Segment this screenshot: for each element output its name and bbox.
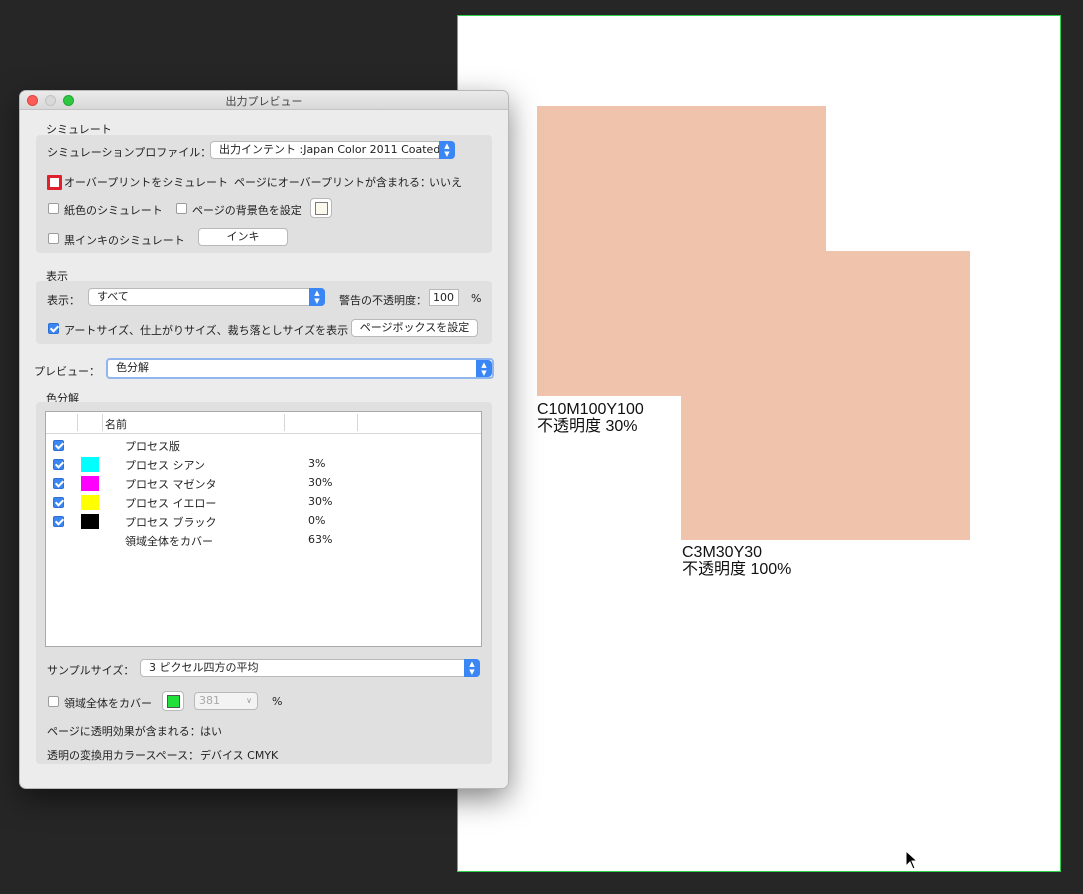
separation-percent: 30% bbox=[308, 495, 333, 508]
title-bar[interactable]: 出力プレビュー bbox=[20, 91, 508, 110]
show-art-size-label: アートサイズ、仕上がりサイズ、裁ち落としサイズを表示 bbox=[64, 324, 349, 337]
separation-row[interactable]: プロセス イエロー 30% bbox=[46, 493, 481, 512]
column-divider bbox=[77, 414, 78, 431]
simulate-black-ink-checkbox[interactable] bbox=[48, 233, 59, 244]
separation-visible-checkbox[interactable] bbox=[53, 497, 64, 508]
yellow-swatch bbox=[81, 495, 99, 510]
coverage-unit: % bbox=[272, 695, 283, 708]
chevron-down-icon: ∨ bbox=[246, 696, 252, 705]
separation-row: 領域全体をカバー 63% bbox=[46, 531, 481, 550]
transparency-value: はい bbox=[200, 725, 222, 738]
separation-visible-checkbox[interactable] bbox=[53, 440, 64, 451]
mouse-cursor-icon bbox=[905, 850, 919, 870]
shape-a-color-text: C10M100Y100 bbox=[537, 401, 644, 418]
warning-opacity-input[interactable]: 100 bbox=[429, 289, 459, 306]
select-arrows-icon: ▲ ▼ bbox=[439, 141, 455, 159]
page-bg-color-swatch-button[interactable] bbox=[310, 198, 332, 218]
bg-color-swatch bbox=[315, 202, 328, 215]
separation-name: プロセス イエロー bbox=[125, 497, 217, 510]
shape-b-label: C3M30Y30 不透明度 100% bbox=[682, 544, 791, 578]
separation-row[interactable]: プロセス ブラック 0% bbox=[46, 512, 481, 531]
coverage-value-combo[interactable]: 381 ∨ bbox=[194, 692, 258, 710]
separation-percent: 3% bbox=[308, 457, 326, 470]
transparency-label: ページに透明効果が含まれる： bbox=[47, 725, 201, 738]
simulate-paper-label: 紙色のシミュレート bbox=[64, 204, 163, 217]
separation-visible-checkbox[interactable] bbox=[53, 516, 64, 527]
select-arrows-icon: ▲ ▼ bbox=[464, 659, 480, 677]
page-bg-color-label: ページの背景色を設定 bbox=[192, 204, 302, 217]
separation-row[interactable]: プロセス シアン 3% bbox=[46, 455, 481, 474]
separation-name: プロセス マゼンタ bbox=[125, 478, 217, 491]
sample-size-select[interactable]: 3 ピクセル四方の平均 ▲ ▼ bbox=[140, 659, 480, 677]
warning-opacity-unit: % bbox=[471, 292, 482, 305]
column-divider bbox=[357, 414, 358, 431]
coverage-checkbox[interactable] bbox=[48, 696, 59, 707]
simulate-overprint-label: オーバープリントをシミュレート bbox=[64, 176, 229, 189]
page-overprint-label: ページにオーバープリントが含まれる： bbox=[234, 176, 432, 189]
display-value: すべて bbox=[97, 290, 129, 303]
column-divider bbox=[102, 414, 103, 431]
separation-row[interactable]: プロセス マゼンタ 30% bbox=[46, 474, 481, 493]
colorspace-value: デバイス CMYK bbox=[200, 749, 279, 762]
colorspace-label: 透明の変換用カラースペース： bbox=[47, 749, 200, 762]
shape-a-opacity-text: 不透明度 30% bbox=[537, 418, 638, 435]
window-title: 出力プレビュー bbox=[225, 95, 303, 108]
coverage-color-swatch bbox=[167, 695, 180, 708]
separation-name: プロセス版 bbox=[125, 440, 180, 453]
shape-b-opacity-text: 不透明度 100% bbox=[682, 561, 792, 578]
separation-name: プロセス ブラック bbox=[125, 516, 217, 529]
preview-label: プレビュー： bbox=[34, 365, 100, 378]
warning-opacity-label: 警告の不透明度： bbox=[339, 294, 427, 307]
list-header: 名前 bbox=[46, 412, 481, 434]
column-header-name[interactable]: 名前 bbox=[105, 416, 127, 432]
separation-visible-checkbox[interactable] bbox=[53, 478, 64, 489]
separation-name: プロセス シアン bbox=[125, 459, 206, 472]
magenta-swatch bbox=[81, 476, 99, 491]
shape-b-color-text: C3M30Y30 bbox=[682, 544, 763, 561]
coverage-label: 領域全体をカバー bbox=[64, 697, 152, 710]
shape-a-label: C10M100Y100 不透明度 30% bbox=[537, 401, 644, 435]
page-overprint-value: いいえ bbox=[429, 176, 462, 189]
separation-visible-checkbox[interactable] bbox=[53, 459, 64, 470]
simulation-profile-label: シミュレーションプロファイル： bbox=[47, 146, 212, 159]
column-divider bbox=[284, 414, 285, 431]
separation-percent: 0% bbox=[308, 514, 326, 527]
coverage-value: 381 bbox=[199, 694, 220, 707]
select-arrows-icon: ▲ ▼ bbox=[476, 360, 492, 377]
simulate-black-ink-label: 黒インキのシミュレート bbox=[64, 234, 185, 247]
display-select[interactable]: すべて ▲ ▼ bbox=[88, 288, 325, 306]
page-bg-color-checkbox[interactable] bbox=[176, 203, 187, 214]
separation-percent: 63% bbox=[308, 533, 333, 546]
preview-value: 色分解 bbox=[116, 361, 149, 374]
sample-size-label: サンプルサイズ： bbox=[47, 664, 135, 677]
simulation-profile-value: 出力インテント :Japan Color 2011 Coated bbox=[219, 143, 441, 156]
separations-list[interactable]: 名前 プロセス版 プロセス シアン 3% プロセス マゼンタ 30% プロセス … bbox=[45, 411, 482, 647]
coverage-color-button[interactable] bbox=[162, 691, 184, 711]
cyan-swatch bbox=[81, 457, 99, 472]
ink-button[interactable]: インキ bbox=[198, 228, 288, 246]
separation-row[interactable]: プロセス版 bbox=[46, 436, 481, 455]
set-page-box-button[interactable]: ページボックスを設定 bbox=[351, 319, 478, 337]
select-arrows-icon: ▲ ▼ bbox=[309, 288, 325, 306]
black-swatch bbox=[81, 514, 99, 529]
preview-select[interactable]: 色分解 ▲ ▼ bbox=[106, 358, 494, 379]
show-art-size-checkbox[interactable] bbox=[48, 323, 59, 334]
output-preview-panel: 出力プレビュー シミュレート シミュレーションプロファイル： 出力インテント :… bbox=[20, 91, 508, 788]
simulation-profile-select[interactable]: 出力インテント :Japan Color 2011 Coated ▲ ▼ bbox=[210, 141, 455, 159]
separation-percent: 30% bbox=[308, 476, 333, 489]
display-label: 表示： bbox=[47, 294, 80, 307]
simulate-paper-checkbox[interactable] bbox=[48, 203, 59, 214]
sample-size-value: 3 ピクセル四方の平均 bbox=[149, 661, 259, 674]
simulate-overprint-checkbox[interactable] bbox=[47, 175, 62, 190]
separation-name: 領域全体をカバー bbox=[125, 535, 213, 548]
artboard: C10M100Y100 不透明度 30% C3M30Y30 不透明度 100% bbox=[457, 15, 1061, 872]
shape-c3m30y30[interactable] bbox=[681, 251, 970, 540]
